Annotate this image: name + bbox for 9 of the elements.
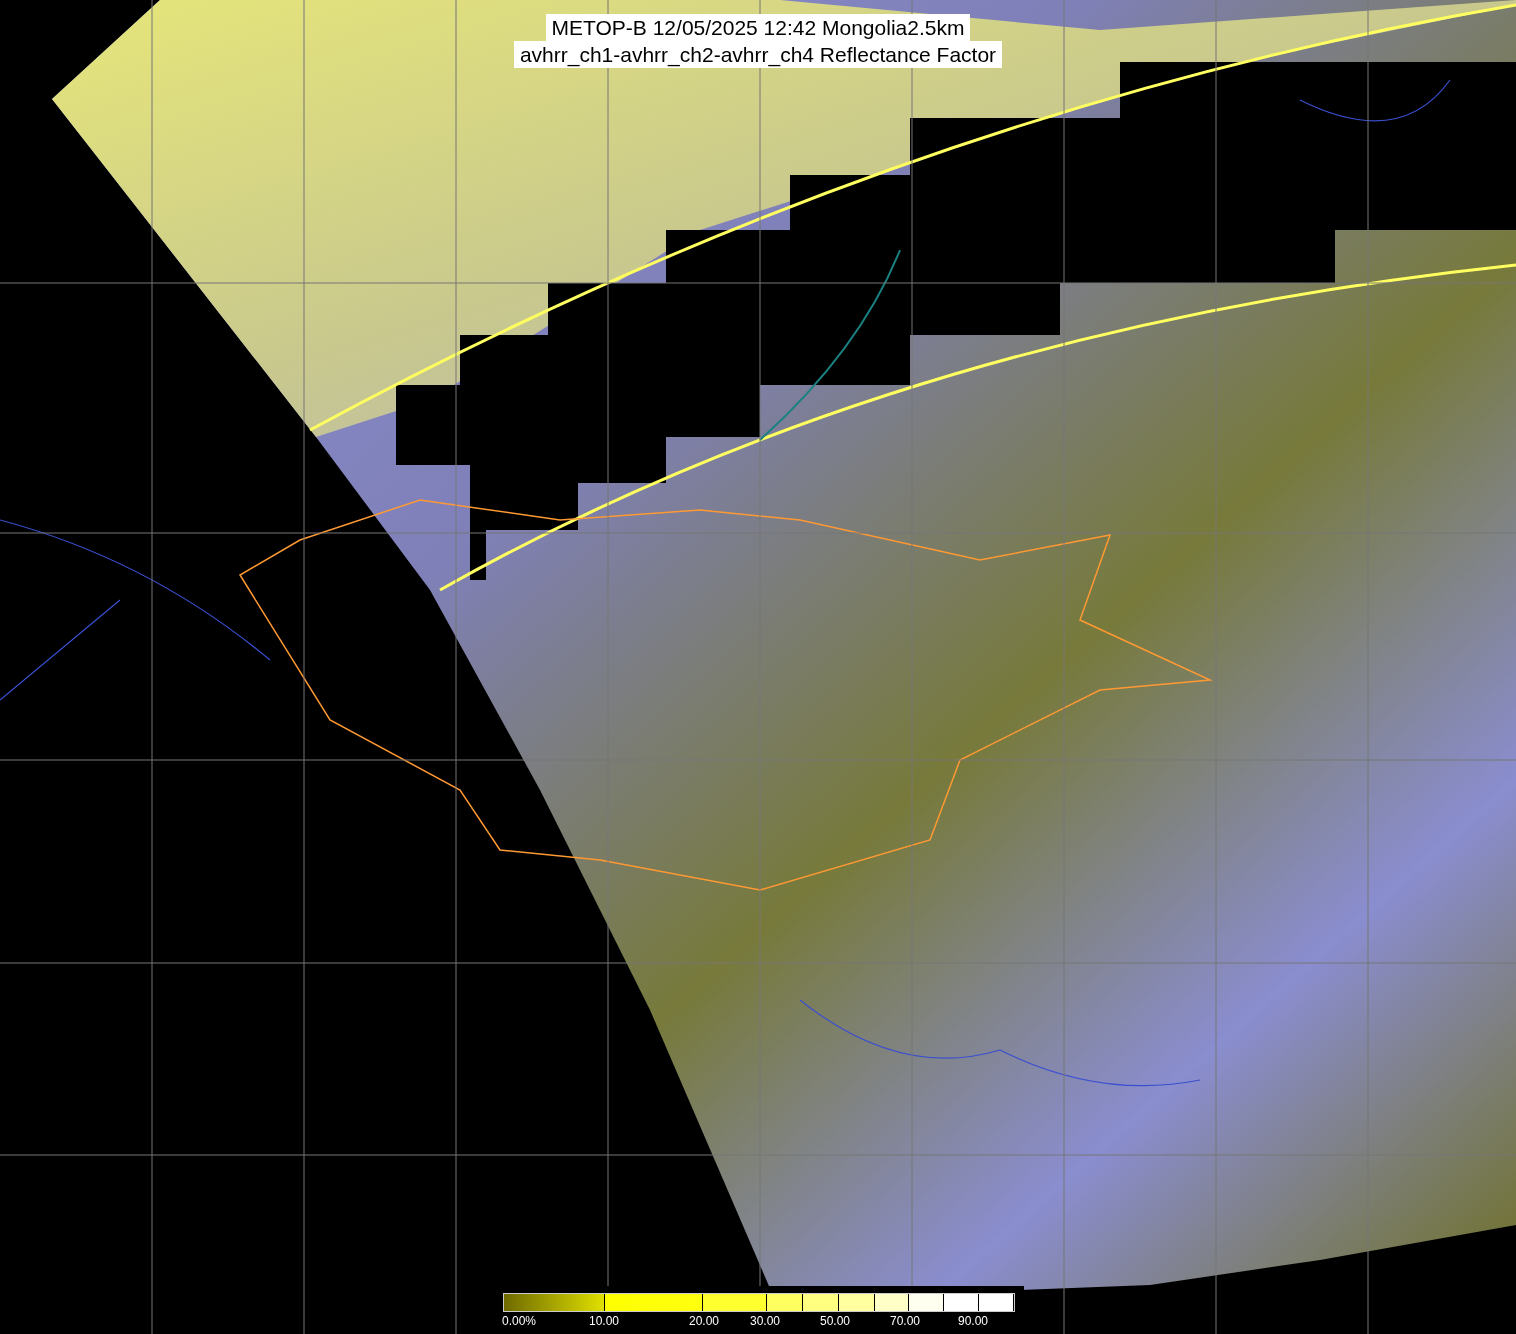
scale-label: 30.00 [750,1314,780,1328]
scale-label: 70.00 [890,1314,920,1328]
scale-label: 0.00% [502,1314,536,1328]
scale-label: 90.00 [958,1314,988,1328]
scale-label: 10.00 [589,1314,619,1328]
map-title: METOP-B 12/05/2025 12:42 Mongolia2.5km [545,14,971,41]
scale-label: 50.00 [820,1314,850,1328]
scale-label: 20.00 [689,1314,719,1328]
map-title: avhrr_ch1-avhrr_ch2-avhrr_ch4 Reflectance Factor [513,41,1003,68]
